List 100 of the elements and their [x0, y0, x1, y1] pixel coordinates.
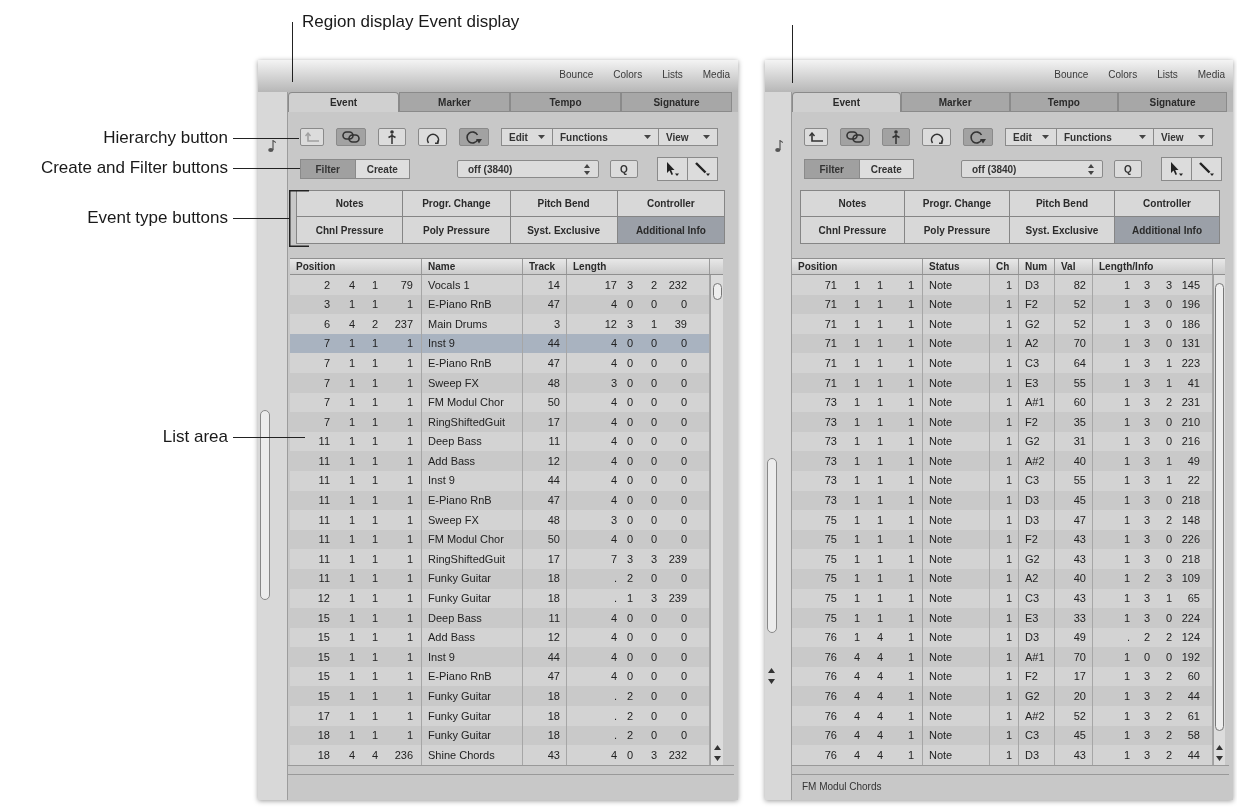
table-row[interactable]: 71 1 1 1 Note 1 G2 52 1 3 0 186	[792, 314, 1213, 334]
tab[interactable]: Event	[288, 92, 399, 112]
table-row[interactable]: 73 1 1 1 Note 1 C3 55 1 3 1 22	[792, 470, 1213, 491]
tab[interactable]: Tempo	[1009, 92, 1119, 112]
event-type-button[interactable]: Chnl Pressure	[800, 217, 905, 244]
menu-item[interactable]: Colors	[1108, 69, 1138, 81]
scroll-thumb[interactable]	[712, 283, 722, 300]
event-type-button[interactable]: Progr. Change	[905, 190, 1010, 217]
table-row[interactable]: 11 1 1 1 Inst 9 44 4 0 0 0	[290, 470, 710, 491]
table-row[interactable]: 76 4 4 1 Note 1 F2 17 1 3 2 60	[792, 666, 1213, 687]
value-dropdown[interactable]: off (3840)	[457, 160, 599, 178]
column-header[interactable]: Track	[523, 259, 567, 274]
menu-item[interactable]: Lists	[1157, 69, 1178, 81]
tab[interactable]: Tempo	[510, 92, 621, 112]
scroll-thumb[interactable]	[260, 410, 270, 600]
table-row[interactable]: 75 1 1 1 Note 1 D3 47 1 3 2 148	[792, 510, 1213, 530]
table-row[interactable]: 76 4 4 1 Note 1 D3 43 1 3 2 44	[792, 745, 1213, 765]
table-row[interactable]: 73 1 1 1 Note 1 A#1 60 1 3 2 231	[792, 392, 1213, 413]
column-header[interactable]: Position	[290, 259, 422, 274]
menu-item[interactable]: Bounce	[1054, 69, 1089, 81]
event-type-button[interactable]: Controller	[617, 190, 725, 217]
menu-item[interactable]: Media	[702, 69, 730, 81]
table-row[interactable]: 15 1 1 1 Add Bass 12 4 0 0 0	[290, 627, 710, 648]
tab[interactable]: Event	[792, 92, 901, 112]
table-row[interactable]: 12 1 1 1 Funky Guitar 18 . 1 3 239	[290, 588, 710, 609]
tool-button[interactable]	[1161, 157, 1192, 181]
table-row[interactable]: 73 1 1 1 Note 1 G2 31 1 3 0 216	[792, 431, 1213, 452]
column-header[interactable]: Num	[1019, 259, 1055, 274]
toolbar-button[interactable]	[922, 128, 951, 146]
table-row[interactable]: 75 1 1 1 Note 1 G2 43 1 3 0 218	[792, 549, 1213, 569]
event-type-button[interactable]: Controller	[1115, 190, 1220, 217]
column-header[interactable]: Length	[567, 259, 710, 274]
event-type-button[interactable]: Poly Pressure	[905, 217, 1010, 244]
toolbar-button[interactable]	[418, 128, 447, 146]
event-type-button[interactable]: Pitch Bend	[510, 190, 618, 217]
table-row[interactable]: 11 1 1 1 RingShiftedGuit 17 7 3 3 239	[290, 549, 710, 569]
menu-button[interactable]: View	[1153, 128, 1213, 146]
table-row[interactable]: 15 1 1 1 E-Piano RnB 47 4 0 0 0	[290, 666, 710, 687]
tab[interactable]: Marker	[900, 92, 1010, 112]
tab[interactable]: Marker	[399, 92, 510, 112]
scroll-arrows-icon[interactable]	[713, 745, 721, 761]
event-type-button[interactable]: Poly Pressure	[403, 217, 511, 244]
q-button[interactable]: Q	[610, 160, 638, 178]
event-type-button[interactable]: Notes	[296, 190, 404, 217]
toolbar-button[interactable]	[378, 128, 406, 146]
scrollbar-track[interactable]	[710, 275, 723, 765]
menu-button[interactable]: Functions	[1056, 128, 1154, 146]
table-row[interactable]: 7 1 1 1 E-Piano RnB 47 4 0 0 0	[290, 353, 710, 373]
toolbar-button[interactable]	[804, 128, 828, 146]
table-row[interactable]: 71 1 1 1 Note 1 D3 82 1 3 3 145	[792, 275, 1213, 295]
event-type-button[interactable]: Notes	[800, 190, 905, 217]
tool-button[interactable]	[657, 157, 688, 181]
event-type-button[interactable]: Syst. Exclusive	[1010, 217, 1115, 244]
tool-button[interactable]	[687, 157, 718, 181]
event-type-button[interactable]: Progr. Change	[403, 190, 511, 217]
menu-button[interactable]: Edit	[501, 128, 553, 146]
toolbar-button[interactable]	[963, 128, 993, 146]
horizontal-scrollbar[interactable]	[792, 765, 1229, 775]
event-type-button[interactable]: Syst. Exclusive	[510, 217, 618, 244]
segment-button[interactable]: Create	[354, 159, 410, 179]
menu-item[interactable]: Bounce	[559, 69, 594, 81]
scroll-arrows-icon[interactable]	[1216, 745, 1223, 761]
segment-button[interactable]: Filter	[300, 159, 356, 179]
table-row[interactable]: 76 4 4 1 Note 1 A#2 52 1 3 2 61	[792, 706, 1213, 726]
tab[interactable]: Signature	[621, 92, 732, 112]
menu-button[interactable]: Functions	[552, 128, 659, 146]
tab[interactable]: Signature	[1118, 92, 1227, 112]
scroll-thumb[interactable]	[1215, 283, 1224, 731]
column-header[interactable]: Name	[422, 259, 523, 274]
scrollbar-track[interactable]	[1213, 275, 1225, 765]
event-type-button[interactable]: Additional Info	[617, 217, 725, 244]
column-header[interactable]: Ch	[990, 259, 1019, 274]
table-row[interactable]: 18 4 4 236 Shine Chords 43 4 0 3 232	[290, 745, 710, 765]
table-row[interactable]: 7 1 1 1 Inst 9 44 4 0 0 0	[290, 333, 710, 354]
table-row[interactable]: 71 1 1 1 Note 1 C3 64 1 3 1 223	[792, 353, 1213, 373]
table-row[interactable]: 7 1 1 1 FM Modul Chor 50 4 0 0 0	[290, 392, 710, 413]
menu-item[interactable]: Colors	[613, 69, 643, 81]
q-button[interactable]: Q	[1114, 160, 1142, 178]
toolbar-button[interactable]	[336, 128, 366, 146]
column-header[interactable]: Val	[1055, 259, 1093, 274]
scroll-arrows-icon[interactable]	[768, 668, 775, 684]
horizontal-scrollbar[interactable]	[288, 765, 734, 775]
event-type-button[interactable]: Pitch Bend	[1010, 190, 1115, 217]
column-header[interactable]: Length/Info	[1093, 259, 1213, 274]
menu-button[interactable]: Edit	[1005, 128, 1057, 146]
menu-item[interactable]: Media	[1197, 69, 1225, 81]
toolbar-button[interactable]	[840, 128, 870, 146]
column-header[interactable]: Status	[923, 259, 990, 274]
table-row[interactable]: 6 4 2 237 Main Drums 3 12 3 1 39	[290, 314, 710, 334]
scroll-thumb[interactable]	[767, 458, 777, 633]
table-row[interactable]: 17 1 1 1 Funky Guitar 18 . 2 0 0	[290, 706, 710, 726]
table-row[interactable]: 75 1 1 1 Note 1 C3 43 1 3 1 65	[792, 588, 1213, 609]
menu-item[interactable]: Lists	[662, 69, 683, 81]
table-row[interactable]: 2 4 1 79 Vocals 1 14 17 3 2 232	[290, 275, 710, 295]
event-type-button[interactable]: Additional Info	[1115, 217, 1220, 244]
tool-button[interactable]	[1191, 157, 1222, 181]
menu-button[interactable]: View	[658, 128, 718, 146]
column-header[interactable]: Position	[792, 259, 923, 274]
toolbar-button[interactable]	[459, 128, 489, 146]
table-row[interactable]: 11 1 1 1 Sweep FX 48 3 0 0 0	[290, 510, 710, 530]
